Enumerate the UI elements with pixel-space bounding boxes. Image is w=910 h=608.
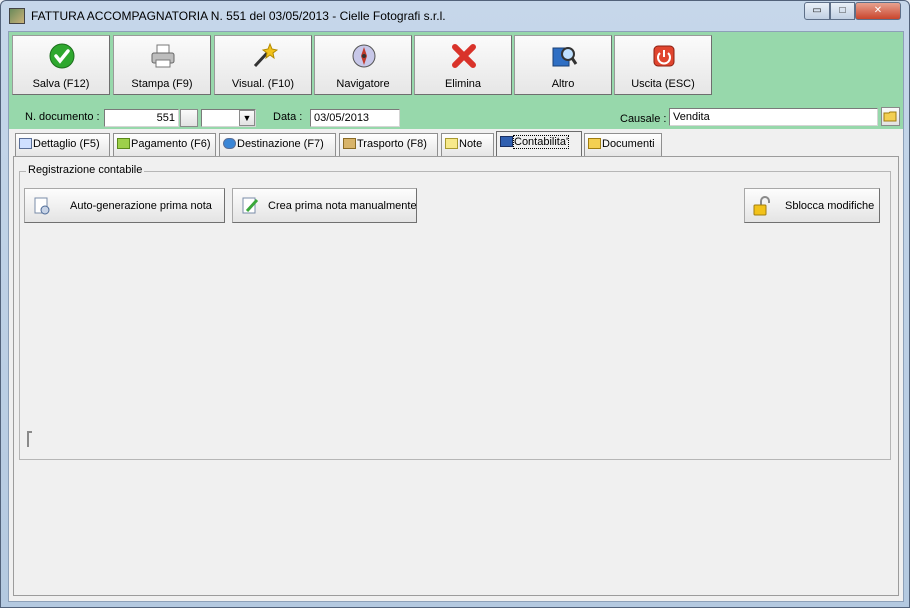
- causale-folder-button[interactable]: [881, 107, 900, 126]
- navigator-button[interactable]: Navigatore: [314, 35, 412, 95]
- print-button[interactable]: Stampa (F9): [113, 35, 211, 95]
- unlock-button[interactable]: Sblocca modifiche: [744, 188, 880, 223]
- folder-icon: [883, 111, 897, 122]
- minimize-button[interactable]: ▭: [804, 2, 830, 20]
- globe-icon: [223, 138, 236, 149]
- unlock-label: Sblocca modifiche: [785, 200, 875, 212]
- printer-icon: [151, 44, 175, 68]
- delete-label: Elimina: [444, 78, 482, 90]
- causale-label: Causale :: [620, 113, 667, 125]
- more-label: Altro: [551, 78, 575, 90]
- close-button[interactable]: ✕: [855, 2, 901, 20]
- money-icon: [117, 138, 130, 149]
- causale-field[interactable]: Vendita: [669, 108, 878, 126]
- folder-icon: [588, 138, 601, 149]
- save-button[interactable]: Salva (F12): [12, 35, 110, 95]
- date-label: Data :: [273, 111, 303, 123]
- app-icon: [9, 8, 25, 24]
- tab-label: Contabilita': [512, 135, 570, 149]
- check-icon: [49, 43, 75, 69]
- compass-icon: [352, 44, 376, 68]
- registrazione-group: Registrazione contabile Auto-generazione…: [19, 164, 891, 460]
- title-bar[interactable]: FATTURA ACCOMPAGNATORIA N. 551 del 03/05…: [1, 1, 909, 31]
- window-title: FATTURA ACCOMPAGNATORIA N. 551 del 03/05…: [31, 9, 446, 23]
- group-title: Registrazione contabile: [26, 164, 145, 176]
- tab-destinazione[interactable]: Destinazione (F7): [219, 133, 336, 156]
- tab-label: Pagamento (F6): [131, 138, 211, 150]
- tab-label: Note: [459, 138, 483, 150]
- magnifier-book-icon: [552, 47, 578, 67]
- view-button[interactable]: Visual. (F10): [214, 35, 312, 95]
- save-label: Salva (F12): [32, 78, 90, 90]
- doc-number-field[interactable]: 551: [104, 109, 179, 127]
- contabilita-panel: Registrazione contabile Auto-generazione…: [13, 156, 899, 596]
- tab-documenti[interactable]: Documenti: [584, 133, 662, 156]
- app-window: FATTURA ACCOMPAGNATORIA N. 551 del 03/05…: [0, 0, 910, 608]
- padlock-open-icon: [753, 196, 770, 216]
- note-icon: [445, 138, 458, 149]
- tab-trasporto[interactable]: Trasporto (F8): [339, 133, 438, 156]
- table-icon: [19, 138, 32, 149]
- manual-entry-button[interactable]: Crea prima nota manualmente: [232, 188, 417, 223]
- maximize-button[interactable]: □: [830, 2, 855, 20]
- tab-contabilita[interactable]: Contabilita': [496, 131, 582, 157]
- navigator-label: Navigatore: [336, 78, 390, 90]
- tab-label: Trasporto (F8): [357, 138, 427, 150]
- tab-dettaglio[interactable]: Dettaglio (F5): [15, 133, 110, 156]
- tab-label: Destinazione (F7): [237, 138, 324, 150]
- auto-generate-label: Auto-generazione prima nota: [70, 200, 212, 212]
- auto-generate-button[interactable]: Auto-generazione prima nota: [24, 188, 225, 223]
- grip-mark: [27, 431, 32, 447]
- magic-wand-icon: [253, 42, 278, 68]
- toolbar: Salva (F12) Stampa (F9) Visual. (F10) Na…: [9, 32, 903, 129]
- book-icon: [500, 136, 513, 147]
- tab-label: Dettaglio (F5): [33, 138, 100, 150]
- doc-number-button[interactable]: [180, 109, 198, 127]
- manual-entry-label: Crea prima nota manualmente: [268, 200, 417, 212]
- exit-label: Uscita (ESC): [631, 78, 695, 90]
- print-label: Stampa (F9): [131, 78, 193, 90]
- red-x-icon: [452, 44, 476, 68]
- tab-pagamento[interactable]: Pagamento (F6): [113, 133, 216, 156]
- date-field[interactable]: 03/05/2013: [310, 109, 400, 127]
- view-label: Visual. (F10): [231, 78, 295, 90]
- more-button[interactable]: Altro: [514, 35, 612, 95]
- power-icon: [653, 45, 675, 67]
- truck-icon: [343, 138, 356, 149]
- doc-number-label: N. documento :: [25, 111, 100, 123]
- exit-button[interactable]: Uscita (ESC): [614, 35, 712, 95]
- delete-button[interactable]: Elimina: [414, 35, 512, 95]
- tab-label: Documenti: [602, 138, 655, 150]
- document-gear-icon: [34, 197, 50, 215]
- chevron-down-icon[interactable]: ▼: [239, 110, 255, 126]
- client-area: Salva (F12) Stampa (F9) Visual. (F10) Na…: [8, 31, 904, 602]
- tab-note[interactable]: Note: [441, 133, 494, 156]
- edit-document-icon: [242, 197, 259, 214]
